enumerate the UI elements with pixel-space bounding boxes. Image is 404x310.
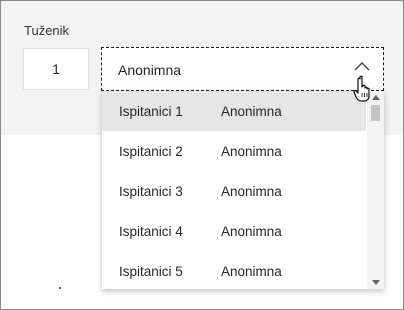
option-name: Ispitanici 2	[119, 143, 183, 159]
combo-value: Anonimna	[118, 62, 182, 78]
option-name: Ispitanici 4	[119, 223, 183, 239]
hand-pointer-icon	[353, 75, 370, 102]
number-value: 1	[52, 61, 60, 77]
dropdown-list: Ispitanici 1 Anonimna Ispitanici 2 Anoni…	[102, 91, 384, 289]
option-name: Ispitanici 1	[119, 103, 183, 119]
dropdown-option[interactable]: Ispitanici 1 Anonimna	[102, 91, 366, 131]
window-frame: Tuženik 1 Anonimna Ispitanici 1 Anonimna…	[0, 0, 404, 310]
dropdown-option[interactable]: Ispitanici 4 Anonimna	[102, 211, 366, 251]
option-value: Anonimna	[221, 223, 282, 239]
option-value: Anonimna	[221, 183, 282, 199]
dropdown-option[interactable]: Ispitanici 3 Anonimna	[102, 171, 366, 211]
dropdown-option[interactable]: Ispitanici 5 Anonimna	[102, 251, 366, 289]
field-label: Tuženik	[24, 23, 70, 38]
scroll-down-icon[interactable]	[372, 280, 380, 285]
chevron-up-icon[interactable]	[353, 59, 371, 73]
option-value: Anonimna	[221, 263, 282, 279]
dropdown-scrollbar[interactable]	[367, 91, 384, 289]
option-name: Ispitanici 3	[119, 183, 183, 199]
scroll-thumb[interactable]	[371, 105, 380, 121]
combo-box[interactable]: Anonimna	[101, 47, 384, 91]
background-dot	[59, 287, 61, 289]
dropdown-option[interactable]: Ispitanici 2 Anonimna	[102, 131, 366, 171]
option-value: Anonimna	[221, 143, 282, 159]
number-input[interactable]: 1	[23, 48, 89, 90]
option-value: Anonimna	[221, 103, 282, 119]
option-name: Ispitanici 5	[119, 263, 183, 279]
